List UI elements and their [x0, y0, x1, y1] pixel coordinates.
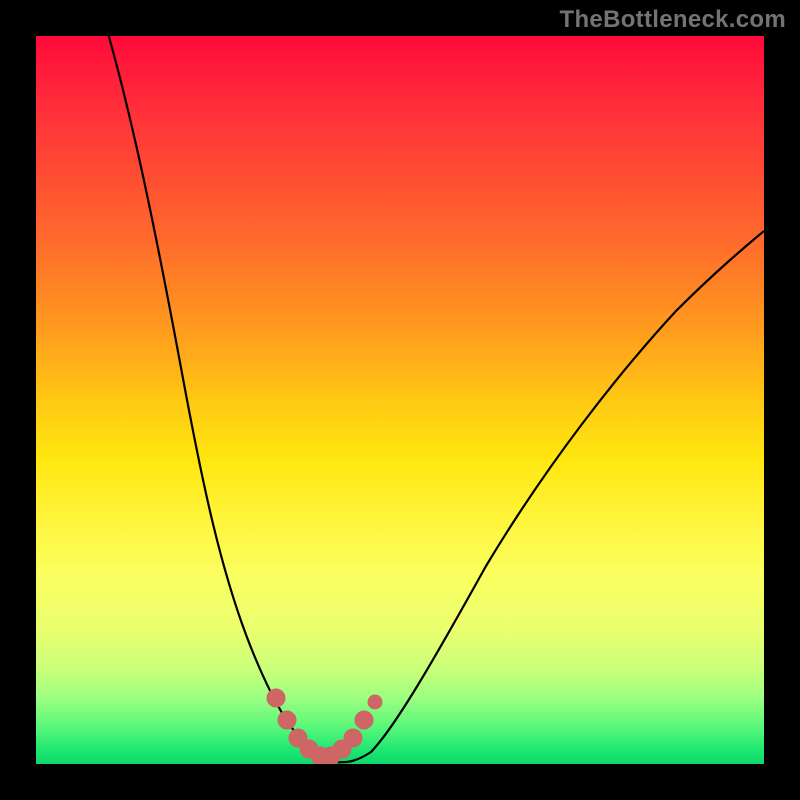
highlighted-minimum-markers — [267, 689, 382, 764]
outer-frame: TheBottleneck.com — [0, 0, 800, 800]
watermark-text: TheBottleneck.com — [560, 6, 786, 34]
chart-plot-area — [36, 36, 764, 764]
bottleneck-curve — [109, 36, 764, 762]
chart-svg — [36, 36, 764, 764]
